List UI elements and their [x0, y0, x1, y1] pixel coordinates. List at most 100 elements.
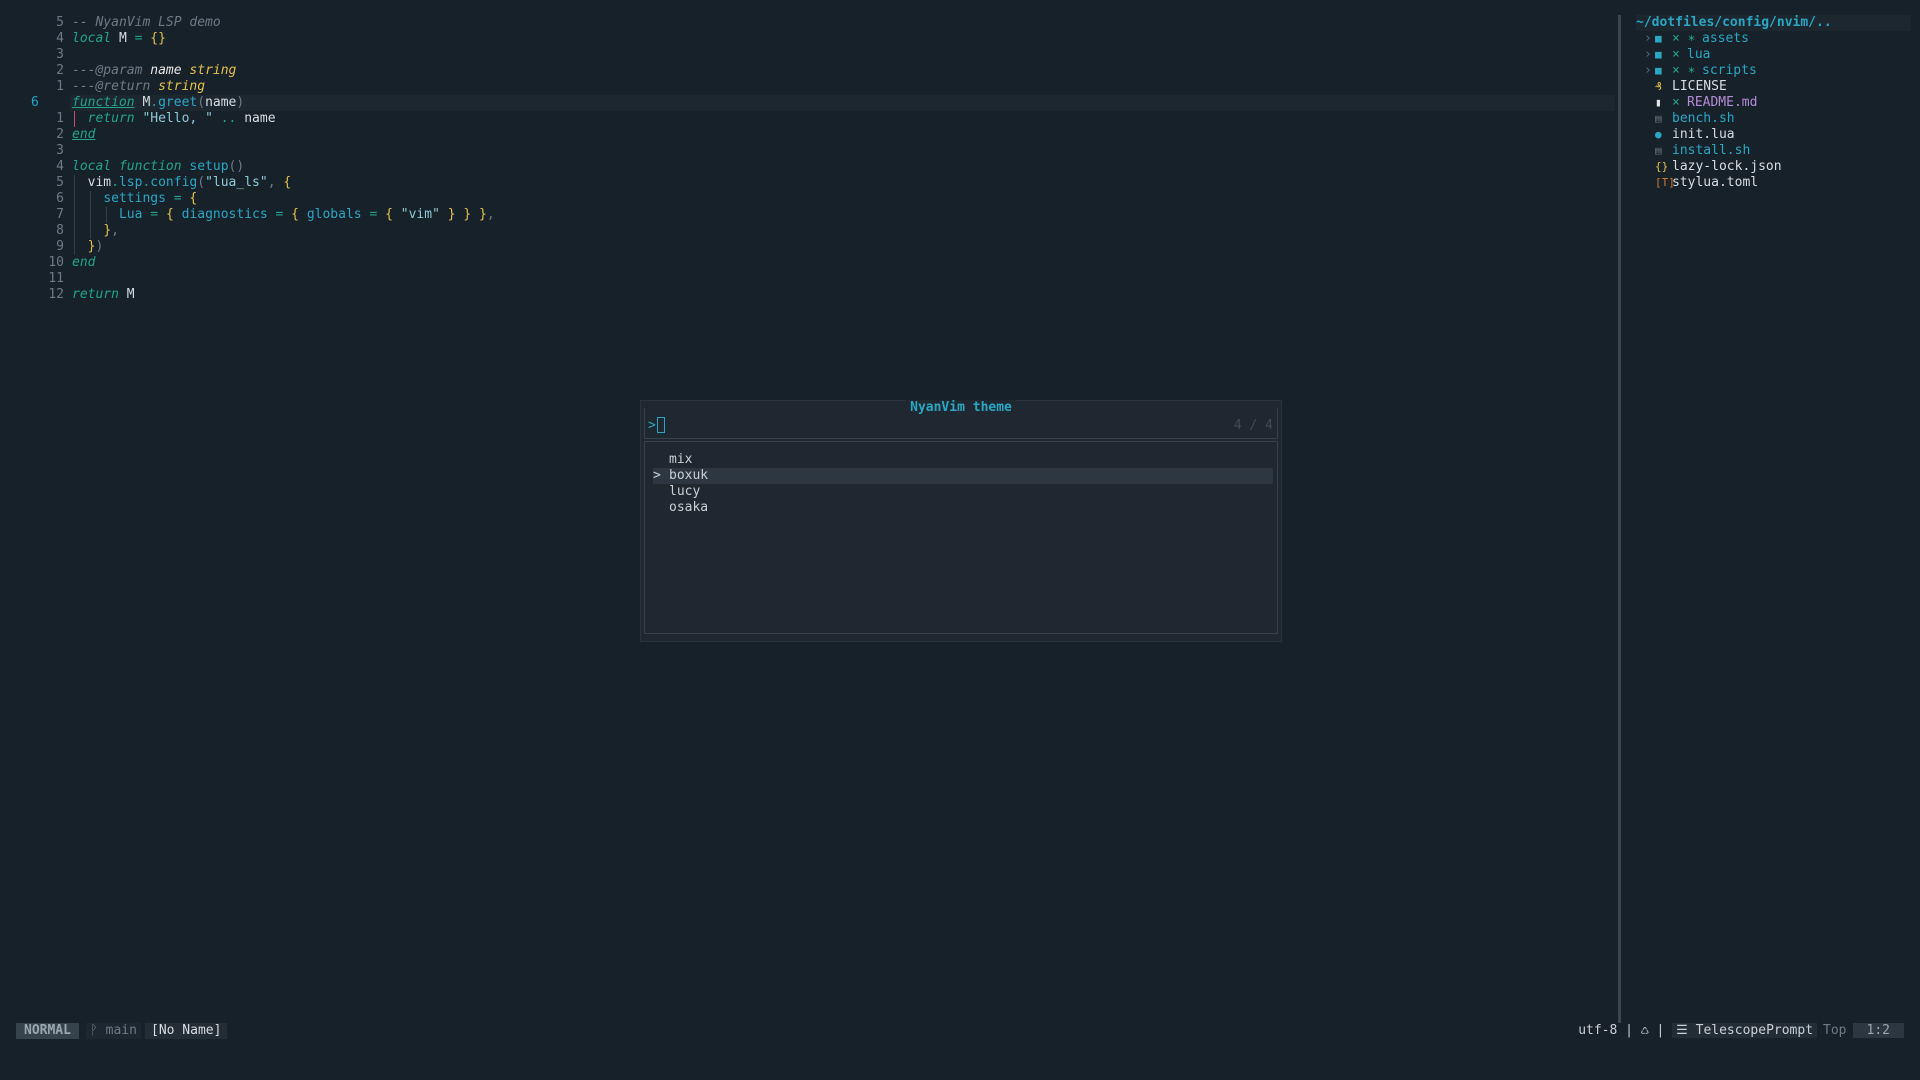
code-token: {: [165, 207, 174, 222]
code-token: "Hello, ": [142, 111, 213, 126]
code-token: ---@return: [72, 79, 159, 94]
result-count: 4 / 4: [1233, 418, 1273, 433]
line-number: 4: [56, 31, 64, 46]
git-branch: ᚹ main: [86, 1023, 141, 1039]
tree-root-path[interactable]: ~/dotfiles/config/nvim/..: [1636, 15, 1911, 31]
tree-item[interactable]: › ■ × lua: [1630, 47, 1905, 63]
line-code: vim.lsp.config("lua_ls", {: [72, 175, 292, 191]
line-code: ---@return string: [72, 79, 205, 95]
code-token: .: [150, 95, 159, 110]
tree-item[interactable]: ▤ install.sh: [1630, 143, 1905, 159]
tree-item[interactable]: ₰ LICENSE: [1630, 79, 1905, 95]
result-label: osaka: [669, 500, 709, 515]
code-token: =: [150, 207, 159, 222]
result-item[interactable]: osaka: [653, 500, 1273, 516]
code-token: .: [111, 175, 119, 190]
tree-item[interactable]: ▮ × README.md: [1630, 95, 1905, 111]
code-token: }: [103, 223, 112, 238]
telescope-picker: NyanVim theme > 4 / 4 mix > boxuk lucy osaka: [640, 400, 1282, 642]
code-token: lsp: [118, 175, 143, 190]
code-token: config: [150, 175, 198, 190]
line-code: return "Hello, " .. name: [72, 111, 276, 127]
code-token: (: [197, 95, 206, 110]
code-token: end: [72, 127, 96, 142]
tree-item[interactable]: › ■ × ∗ scripts: [1630, 63, 1905, 79]
status-separator: |: [1625, 1023, 1633, 1038]
results-list[interactable]: mix > boxuk lucy osaka: [644, 441, 1278, 634]
os-icon: ♺: [1640, 1023, 1649, 1038]
code-token: }: [447, 207, 456, 222]
chevron-right-icon[interactable]: ›: [1644, 31, 1652, 47]
result-label: boxuk: [669, 468, 709, 483]
line-number: 4: [56, 159, 64, 174]
code-token: string: [158, 79, 206, 94]
selection-caret: >: [653, 468, 661, 483]
code-token: vim: [72, 175, 112, 190]
indent-guide: [74, 223, 75, 239]
code-token: globals: [306, 207, 362, 222]
line-number: 2: [56, 63, 64, 78]
line-number: 1: [56, 111, 64, 126]
result-item[interactable]: lucy: [653, 484, 1273, 500]
folder-icon: ■: [1655, 48, 1662, 61]
tree-item[interactable]: [T] stylua.toml: [1630, 175, 1905, 191]
prompt-input[interactable]: [657, 417, 665, 433]
shell-icon: ▤: [1655, 112, 1662, 125]
indent-guide: [90, 223, 91, 239]
chevron-right-icon[interactable]: ›: [1644, 47, 1652, 63]
code-token: diagnostics: [181, 207, 268, 222]
code-token: M: [134, 95, 151, 110]
line-number: 7: [56, 207, 64, 222]
result-item[interactable]: mix: [653, 452, 1273, 468]
line-code: },: [72, 223, 119, 239]
window-separator[interactable]: [1618, 15, 1621, 1023]
tree-item[interactable]: › ■ × ∗ assets: [1630, 31, 1905, 47]
tree-item-label: scripts: [1702, 63, 1757, 78]
line-number: 3: [56, 143, 64, 158]
code-token: (: [197, 175, 206, 190]
line-code: function M.greet(name): [72, 95, 244, 111]
code-token: }: [479, 207, 487, 222]
cursor-position: 1:2: [1852, 1023, 1904, 1038]
line-code: end: [72, 127, 95, 143]
tree-item-label: bench.sh: [1672, 111, 1735, 126]
chevron-right-icon[interactable]: ›: [1644, 63, 1652, 79]
result-label: mix: [669, 452, 693, 467]
filetype-label: TelescopePrompt: [1695, 1023, 1814, 1038]
tree-item[interactable]: ● init.lua: [1630, 127, 1905, 143]
code-token: ): [95, 239, 104, 254]
code-token: {: [189, 191, 198, 206]
filetype: ☰ TelescopePrompt: [1672, 1023, 1818, 1038]
json-icon: {}: [1655, 160, 1669, 173]
scroll-position: Top: [1823, 1023, 1847, 1038]
filetype-icon: ☰: [1676, 1023, 1688, 1038]
code-token: end: [72, 255, 96, 270]
code-token: M: [111, 31, 135, 46]
tree-item[interactable]: {} lazy-lock.json: [1630, 159, 1905, 175]
prompt-prefix: >: [648, 418, 656, 433]
code-token: return: [72, 287, 119, 302]
line-number: 6: [56, 191, 64, 206]
code-token: ,: [111, 223, 119, 238]
result-label: lucy: [669, 484, 701, 499]
folder-icon: ■: [1655, 64, 1662, 77]
encoding: utf-8: [1578, 1023, 1618, 1038]
result-item[interactable]: > boxuk: [653, 468, 1273, 484]
indent-guide: [74, 239, 75, 255]
code-token: function: [72, 95, 135, 110]
code-token: "lua_ls": [205, 175, 268, 190]
line-number: 8: [56, 223, 64, 238]
cursor-line: [70, 95, 1615, 111]
tree-item[interactable]: ▤ bench.sh: [1630, 111, 1905, 127]
picker-title-text: NyanVim theme: [906, 400, 1016, 415]
indent-guide: [106, 207, 107, 223]
git-status-mark: × ∗: [1672, 63, 1696, 78]
indent-guide: [74, 191, 75, 207]
line-code: end: [72, 255, 95, 271]
